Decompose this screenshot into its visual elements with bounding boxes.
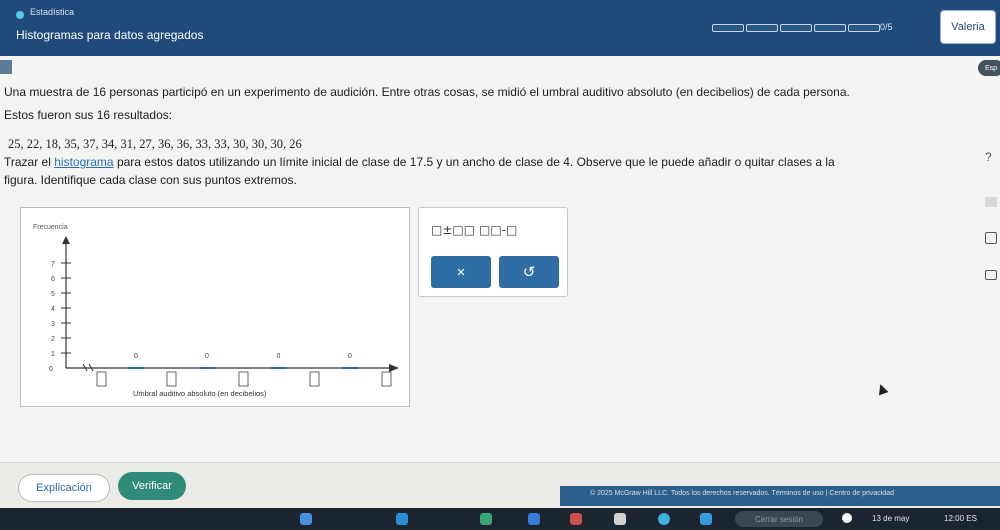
problem-sentence-2: Estos fueron sus 16 resultados:	[4, 108, 173, 122]
language-toggle[interactable]: Esp	[978, 60, 1000, 76]
taskbar-app-icon[interactable]	[570, 513, 582, 525]
explanation-button[interactable]: Explicación	[18, 474, 110, 502]
taskbar-app-icon[interactable]	[528, 513, 540, 525]
mail-app-icon[interactable]	[614, 513, 626, 525]
topic-label: Estadística	[30, 7, 75, 17]
progress-count: 0/5	[880, 22, 893, 32]
remove-class-tool[interactable]: □□-□	[479, 223, 517, 243]
taskbar-app-icon[interactable]	[700, 513, 712, 525]
y-zero-label: 0	[49, 366, 53, 373]
class-endpoint-input[interactable]	[96, 371, 107, 387]
help-icon[interactable]: ?	[985, 150, 992, 164]
y-tick-label: 4	[51, 306, 55, 313]
taskbar-app-icon[interactable]	[480, 513, 492, 525]
progress-segment	[780, 24, 812, 32]
bar-value-label: 0	[134, 353, 138, 360]
progress-bar	[712, 24, 880, 32]
y-tick-label: 6	[51, 276, 55, 283]
add-class-tool[interactable]: □±□□	[431, 223, 475, 243]
y-tick-label: 7	[51, 261, 55, 268]
y-ticks: 1 2 3 4 5 6 7	[51, 261, 71, 358]
y-tick-label: 1	[51, 351, 55, 358]
user-menu-button[interactable]: Valeria	[940, 10, 996, 44]
status-circle-icon	[842, 513, 852, 523]
y-tick-label: 5	[51, 291, 55, 298]
class-endpoint-input[interactable]	[238, 371, 249, 387]
progress-segment	[712, 24, 744, 32]
x-axis-label: Umbral auditivo absoluto (en decibelios)	[133, 389, 267, 398]
bar-value-label: 0	[277, 353, 281, 360]
clear-button[interactable]: ×	[431, 256, 491, 288]
taskbar-time: 12:00 ES	[944, 514, 977, 523]
instruction-line-1: Trazar el histograma para estos datos ut…	[4, 155, 835, 169]
instruction-line-2: figura. Identifique cada clase con sus p…	[4, 173, 297, 187]
verify-button[interactable]: Verificar	[118, 472, 186, 500]
taskbar-app-icon[interactable]	[396, 513, 408, 525]
taskbar-date: 13 de may	[872, 514, 910, 523]
calculator-icon[interactable]	[985, 197, 997, 207]
y-axis-label: Frecuencia	[33, 224, 68, 231]
class-slots[interactable]: 0 0 0 0	[96, 353, 392, 387]
bar-value-label: 0	[205, 353, 209, 360]
instruction-rest: para estos datos utilizando un límite in…	[113, 155, 835, 169]
instruction-prefix: Trazar el	[4, 155, 55, 169]
histogram-canvas[interactable]: Frecuencia 1 2 3 4 5 6 7 0 0 0 0 0 Umbral auditiv…	[21, 208, 411, 408]
mouse-cursor-icon	[875, 382, 889, 396]
mail-icon[interactable]	[985, 270, 997, 280]
taskbar-app-icon[interactable]	[300, 513, 312, 525]
class-endpoint-input[interactable]	[166, 371, 177, 387]
class-endpoint-input[interactable]	[381, 371, 392, 387]
data-values: 25, 22, 18, 35, 37, 34, 31, 27, 36, 36, …	[8, 137, 302, 151]
left-panel-tab[interactable]	[0, 60, 12, 74]
y-tick-label: 3	[51, 321, 55, 328]
page-title: Histogramas para datos agregados	[16, 28, 204, 42]
progress-segment	[848, 24, 880, 32]
histogram-graph-panel[interactable]: Frecuencia 1 2 3 4 5 6 7 0 0 0 0 0 Umbral auditiv…	[20, 207, 410, 407]
problem-sentence-1: Una muestra de 16 personas participó en …	[4, 85, 850, 99]
class-endpoint-input[interactable]	[309, 371, 320, 387]
topic-dot-icon	[16, 11, 24, 19]
undo-button[interactable]: ↺	[499, 256, 559, 288]
taskbar-search[interactable]: Cerrar sesión	[735, 511, 823, 527]
footer-copyright: © 2025 McGraw Hill LLC. Todos los derech…	[590, 490, 894, 497]
app-header: Estadística Histogramas para datos agreg…	[0, 0, 1000, 56]
book-icon[interactable]	[985, 232, 997, 244]
x-axis-arrow-icon	[389, 364, 399, 372]
progress-segment	[746, 24, 778, 32]
browser-icon[interactable]	[658, 513, 670, 525]
progress-segment	[814, 24, 846, 32]
histogram-link[interactable]: histograma	[54, 155, 113, 169]
tool-palette: □±□□ □□-□ × ↺	[418, 207, 568, 297]
y-axis-arrow-icon	[62, 236, 70, 244]
bar-value-label: 0	[348, 353, 352, 360]
y-tick-label: 2	[51, 336, 55, 343]
